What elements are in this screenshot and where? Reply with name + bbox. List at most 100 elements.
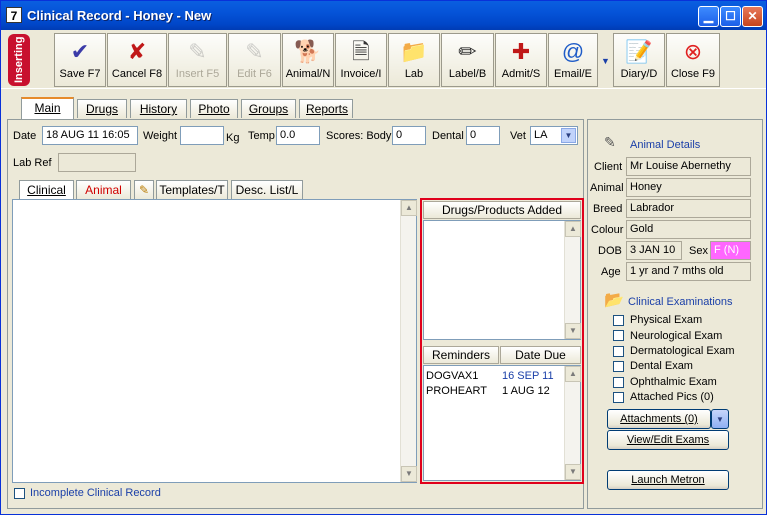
- cancel-f8-button[interactable]: ✘ Cancel F8: [107, 33, 167, 87]
- dob-field[interactable]: 3 JAN 10: [626, 241, 682, 260]
- dental-exam-checkbox[interactable]: [613, 361, 624, 372]
- lab-button[interactable]: 📁 Lab: [388, 33, 440, 87]
- scroll-up-icon[interactable]: ▲: [401, 200, 417, 216]
- reminder-due-date: 1 AUG 12: [502, 385, 550, 397]
- attachments-dropdown-button[interactable]: ▼: [711, 409, 729, 429]
- neurological-exam-checkbox[interactable]: [613, 330, 624, 341]
- animal-label: Animal: [590, 182, 624, 194]
- notes-scrollbar[interactable]: ▲ ▼: [400, 200, 417, 482]
- view-edit-exams-button[interactable]: View/Edit Exams: [607, 430, 729, 450]
- admit-dog-icon: ✚: [511, 39, 531, 64]
- subtab-clinical-label: Clinical: [27, 183, 66, 197]
- desc-list-button[interactable]: Desc. List/L: [231, 180, 303, 199]
- dental-label: Dental: [432, 130, 464, 142]
- pencil-button[interactable]: ✎: [134, 180, 154, 199]
- body-score-input[interactable]: 0: [392, 126, 426, 145]
- tab-main[interactable]: Main: [21, 97, 74, 119]
- diary-d-button[interactable]: 📝 Diary/D: [613, 33, 665, 87]
- chevron-down-icon[interactable]: ▼: [561, 128, 576, 143]
- toolbar-button-label: Diary/D: [620, 68, 658, 80]
- physical-exam-checkbox[interactable]: [613, 315, 624, 326]
- attached-pics-label: Attached Pics (0): [630, 391, 714, 403]
- label-b-button[interactable]: ✏ Label/B: [441, 33, 494, 87]
- temp-input[interactable]: 0.0: [276, 126, 320, 145]
- folder-icon: 📁: [400, 39, 428, 64]
- drugs-products-header[interactable]: Drugs/Products Added: [423, 201, 581, 219]
- weight-input[interactable]: [180, 126, 224, 145]
- minimize-icon: ▁: [703, 9, 714, 23]
- drugs-reminders-region: Drugs/Products Added ▲ ▼ Reminders Date …: [420, 198, 584, 484]
- reminder-row[interactable]: PROHEART 1 AUG 12: [426, 384, 566, 398]
- minimize-button[interactable]: ▁: [698, 6, 719, 27]
- tab-reports[interactable]: Reports: [299, 99, 353, 118]
- dental-score-input[interactable]: 0: [466, 126, 500, 145]
- attached-pics-checkbox[interactable]: [613, 392, 624, 403]
- sex-label: Sex: [689, 245, 708, 257]
- maximize-icon: ☐: [725, 9, 736, 23]
- age-label: Age: [601, 266, 621, 278]
- animal-details-heading: Animal Details: [630, 139, 701, 151]
- close-icon: ✕: [747, 9, 758, 23]
- client-field[interactable]: Mr Louise Abernethy: [626, 157, 751, 176]
- tab-history[interactable]: History: [130, 99, 187, 118]
- admit-s-button[interactable]: ✚ Admit/S: [495, 33, 547, 87]
- colour-field[interactable]: Gold: [626, 220, 751, 239]
- animal-n-button[interactable]: 🐕 Animal/N: [282, 33, 334, 87]
- client-label: Client: [594, 161, 623, 173]
- check-icon: ✔: [70, 39, 90, 64]
- dog-icon: 🐕: [294, 39, 322, 64]
- maximize-button[interactable]: ☐: [720, 6, 741, 27]
- subtab-clinical[interactable]: Clinical: [19, 180, 74, 199]
- reminders-list[interactable]: DOGVAX1 16 SEP 11 PROHEART 1 AUG 12 ▲ ▼: [423, 365, 581, 481]
- date-field[interactable]: 18 AUG 11 16:05: [42, 126, 138, 145]
- subtab-animal[interactable]: Animal: [76, 180, 131, 199]
- dermatological-exam-checkbox[interactable]: [613, 346, 624, 357]
- scroll-up-icon[interactable]: ▲: [565, 221, 581, 237]
- tab-drugs[interactable]: Drugs: [77, 99, 127, 118]
- email-dropdown-arrow-icon[interactable]: ▼: [601, 56, 611, 66]
- cross-icon: ✘: [127, 39, 147, 64]
- date-due-column-header[interactable]: Date Due: [500, 346, 581, 364]
- tab-photo[interactable]: Photo: [190, 99, 238, 118]
- attachments-button[interactable]: Attachments (0): [607, 409, 711, 429]
- main-panel: Date 18 AUG 11 16:05 Weight Kg Temp 0.0 …: [7, 119, 584, 509]
- templates-button[interactable]: Templates/T: [156, 180, 228, 199]
- scroll-down-icon[interactable]: ▼: [565, 464, 581, 480]
- toolbar-button-label: Label/B: [448, 68, 487, 80]
- drugs-products-list[interactable]: ▲ ▼: [423, 220, 581, 340]
- vet-select[interactable]: LA ▼: [530, 126, 578, 145]
- close-circle-icon: ⊗: [683, 39, 703, 64]
- save-f7-button[interactable]: ✔ Save F7: [54, 33, 106, 87]
- edit-f6-button[interactable]: ✎ Edit F6: [228, 33, 281, 87]
- invoice-i-button[interactable]: 🗎 Invoice/I: [335, 33, 387, 87]
- clinical-notes-textarea[interactable]: ▲ ▼: [12, 199, 417, 483]
- tab-reports-label: Reports: [306, 102, 349, 116]
- reminders-column-header[interactable]: Reminders: [423, 346, 499, 364]
- tab-groups[interactable]: Groups: [241, 99, 296, 118]
- age-field[interactable]: 1 yr and 7 mths old: [626, 262, 751, 281]
- launch-metron-button[interactable]: Launch Metron: [607, 470, 729, 490]
- incomplete-record-checkbox[interactable]: [14, 488, 25, 499]
- scroll-down-icon[interactable]: ▼: [401, 466, 417, 482]
- vet-select-value: LA: [534, 129, 548, 141]
- ophthalmic-exam-label: Ophthalmic Exam: [630, 376, 717, 388]
- drugs-scrollbar[interactable]: ▲ ▼: [564, 221, 581, 339]
- title-bar[interactable]: 7 Clinical Record - Honey - New ▁ ☐ ✕: [1, 1, 766, 30]
- close-window-button[interactable]: ✕: [742, 6, 763, 27]
- animal-field[interactable]: Honey: [626, 178, 751, 197]
- reminders-scrollbar[interactable]: ▲ ▼: [564, 366, 581, 480]
- toolbar-button-label: Insert F5: [175, 68, 220, 80]
- scroll-up-icon[interactable]: ▲: [565, 366, 581, 382]
- reminder-due-date: 16 SEP 11: [502, 370, 554, 382]
- insert-f5-button[interactable]: ✎ Insert F5: [168, 33, 227, 87]
- email-e-button[interactable]: @ Email/E: [548, 33, 598, 87]
- date-label: Date: [13, 130, 37, 142]
- sex-field[interactable]: F (N): [710, 241, 751, 260]
- attachments-label: Attachments (0): [620, 413, 698, 425]
- reminder-row[interactable]: DOGVAX1 16 SEP 11: [426, 369, 566, 383]
- close-f9-button[interactable]: ⊗ Close F9: [666, 33, 720, 87]
- ophthalmic-exam-checkbox[interactable]: [613, 377, 624, 388]
- scroll-down-icon[interactable]: ▼: [565, 323, 581, 339]
- breed-field[interactable]: Labrador: [626, 199, 751, 218]
- lab-ref-field[interactable]: [58, 153, 136, 172]
